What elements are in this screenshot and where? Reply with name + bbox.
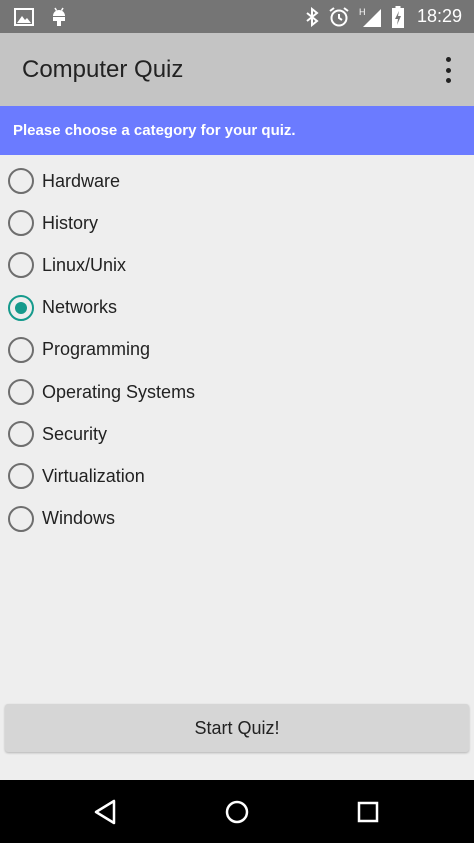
radio-unchecked-icon[interactable] [8, 336, 34, 363]
category-option[interactable]: Security [0, 413, 474, 455]
status-time: 18:29 [416, 6, 462, 26]
battery-charging-icon [391, 5, 404, 28]
radio-checked-icon[interactable] [8, 294, 34, 321]
overflow-dot [445, 67, 451, 73]
alarm-icon [328, 6, 350, 28]
radio-unchecked-icon[interactable] [8, 379, 34, 406]
status-bar: H 18:29 [0, 0, 474, 33]
navigation-bar [0, 780, 474, 843]
category-option[interactable]: Networks [0, 287, 474, 329]
home-icon[interactable] [221, 796, 253, 828]
category-option[interactable]: Virtualization [0, 455, 474, 497]
category-label: Linux/Unix [42, 254, 127, 275]
bluetooth-icon [305, 6, 319, 27]
signal-icon: H [359, 6, 383, 28]
category-label: Virtualization [42, 465, 145, 486]
radio-unchecked-icon[interactable] [8, 252, 34, 279]
recents-icon[interactable] [352, 796, 384, 828]
radio-unchecked-icon[interactable] [8, 463, 34, 490]
instruction-banner: Please choose a category for your quiz. [0, 106, 474, 155]
overflow-dot [445, 78, 451, 83]
start-quiz-button[interactable]: Start Quiz! [5, 704, 469, 752]
category-label: Windows [42, 508, 116, 529]
category-option[interactable]: History [0, 202, 474, 244]
category-option[interactable]: Windows [0, 498, 474, 540]
radio-unchecked-icon[interactable] [8, 210, 34, 237]
back-icon[interactable] [90, 796, 122, 828]
app-title: Computer Quiz [22, 55, 184, 83]
category-label: History [42, 212, 99, 233]
category-option[interactable]: Operating Systems [0, 371, 474, 413]
category-label: Security [42, 423, 108, 444]
category-label: Programming [42, 339, 151, 360]
android-debug-icon [50, 7, 68, 27]
category-radio-group: Hardware History Linux/Unix Networks Program… [0, 160, 474, 540]
radio-unchecked-icon[interactable] [8, 168, 34, 195]
radio-unchecked-icon[interactable] [8, 505, 34, 532]
network-type-label: H [359, 7, 366, 17]
overflow-menu-icon[interactable] [442, 57, 454, 83]
overflow-dot [445, 57, 451, 62]
category-label: Operating Systems [42, 381, 196, 402]
category-label: Networks [42, 297, 118, 318]
status-left [0, 7, 68, 27]
category-option[interactable]: Hardware [0, 160, 474, 202]
category-option[interactable]: Linux/Unix [0, 244, 474, 286]
category-option[interactable]: Programming [0, 329, 474, 371]
radio-unchecked-icon[interactable] [8, 421, 34, 448]
category-label: Hardware [42, 170, 121, 191]
app-bar: Computer Quiz [0, 33, 474, 106]
status-right: H 18:29 [305, 0, 462, 33]
banner-text: Please choose a category for your quiz. [13, 122, 296, 139]
image-icon [14, 7, 34, 26]
screen: H 18:29 Computer Quiz Please choose a ca… [0, 0, 474, 843]
